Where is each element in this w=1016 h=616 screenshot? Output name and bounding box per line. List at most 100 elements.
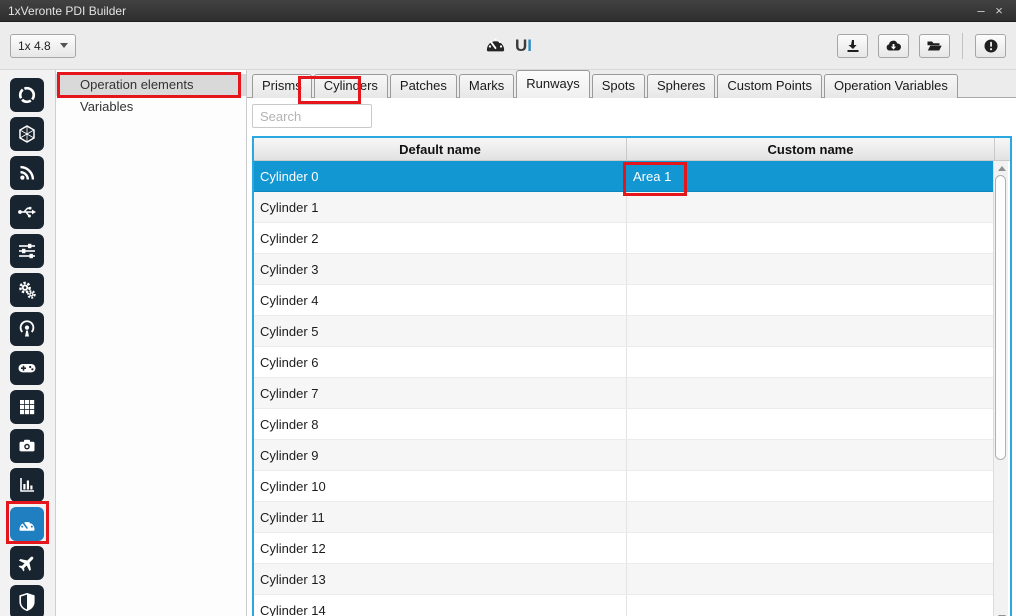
content-area: Prisms Cylinders Patches Marks Runways S… xyxy=(247,70,1016,616)
table-header: Default name Custom name xyxy=(254,138,1010,161)
tab-runways[interactable]: Runways xyxy=(516,70,589,98)
menu-item-variables[interactable]: Variables xyxy=(56,96,246,118)
sidebar-item-hexagon-mesh[interactable] xyxy=(10,117,44,151)
cell-custom-name xyxy=(627,254,995,284)
table-row[interactable]: Cylinder 5 xyxy=(254,316,995,347)
cell-default-name: Cylinder 12 xyxy=(254,533,627,563)
sidebar-item-antenna[interactable] xyxy=(10,312,44,346)
table-row[interactable]: Cylinder 13 xyxy=(254,564,995,595)
cell-custom-name xyxy=(627,533,995,563)
table-row[interactable]: Cylinder 0 Area 1 xyxy=(254,161,995,192)
cell-custom-name xyxy=(627,285,995,315)
sidebar-icon-rail xyxy=(0,70,56,616)
bar-chart-icon xyxy=(17,475,37,495)
tab-cylinders[interactable]: Cylinders xyxy=(314,74,388,98)
sidebar-item-sliders[interactable] xyxy=(10,234,44,268)
shield-icon xyxy=(17,592,37,612)
grid-icon xyxy=(17,397,37,417)
open-folder-icon xyxy=(926,38,943,54)
download-button[interactable] xyxy=(837,34,868,58)
table-row[interactable]: Cylinder 11 xyxy=(254,502,995,533)
cell-custom-name xyxy=(627,409,995,439)
tab-custom-points[interactable]: Custom Points xyxy=(717,74,822,98)
table-row[interactable]: Cylinder 8 xyxy=(254,409,995,440)
table-row[interactable]: Cylinder 10 xyxy=(254,471,995,502)
table-row[interactable]: Cylinder 1 xyxy=(254,192,995,223)
scrollbar-thumb[interactable] xyxy=(995,175,1006,460)
sidebar-item-gears[interactable] xyxy=(10,273,44,307)
table-row[interactable]: Cylinder 2 xyxy=(254,223,995,254)
info-button[interactable] xyxy=(975,34,1006,58)
tab-content: Default name Custom name Cylinder 0 Area… xyxy=(247,98,1016,616)
toolbar-actions xyxy=(837,33,1006,59)
sidebar-item-plane[interactable] xyxy=(10,546,44,580)
tab-spheres[interactable]: Spheres xyxy=(647,74,715,98)
table-row[interactable]: Cylinder 7 xyxy=(254,378,995,409)
device-selector-value: 1x 4.8 xyxy=(18,39,51,53)
gauge-icon xyxy=(484,32,507,60)
menu-panel: Operation elements Variables xyxy=(56,70,247,616)
tab-marks[interactable]: Marks xyxy=(459,74,514,98)
table-rows: Cylinder 0 Area 1 Cylinder 1 Cylinder 2 xyxy=(254,161,1010,616)
table-row[interactable]: Cylinder 14 xyxy=(254,595,995,616)
cell-custom-name xyxy=(627,378,995,408)
sidebar-item-stick[interactable] xyxy=(10,351,44,385)
cell-default-name: Cylinder 13 xyxy=(254,564,627,594)
cell-default-name: Cylinder 5 xyxy=(254,316,627,346)
cloud-upload-button[interactable] xyxy=(878,34,909,58)
cell-custom-name xyxy=(627,316,995,346)
tab-patches[interactable]: Patches xyxy=(390,74,457,98)
sidebar-item-blocks[interactable] xyxy=(10,390,44,424)
toolbar: 1x 4.8 UI xyxy=(0,22,1016,70)
table-row[interactable]: Cylinder 3 xyxy=(254,254,995,285)
cell-default-name: Cylinder 4 xyxy=(254,285,627,315)
tab-prisms[interactable]: Prisms xyxy=(252,74,312,98)
chevron-down-icon xyxy=(60,43,68,48)
search-input[interactable] xyxy=(252,104,372,128)
gauge-icon xyxy=(17,514,37,534)
cell-custom-name xyxy=(627,564,995,594)
cell-custom-name xyxy=(627,595,995,616)
cell-default-name: Cylinder 2 xyxy=(254,223,627,253)
close-button[interactable]: × xyxy=(990,2,1008,20)
cell-default-name: Cylinder 14 xyxy=(254,595,627,616)
cell-custom-name: Area 1 xyxy=(627,161,995,191)
minimize-button[interactable]: – xyxy=(972,2,990,20)
device-selector-dropdown[interactable]: 1x 4.8 xyxy=(10,34,76,58)
tab-bar: Prisms Cylinders Patches Marks Runways S… xyxy=(247,70,1016,98)
hexagon-mesh-icon xyxy=(17,124,37,144)
sidebar-item-camera[interactable] xyxy=(10,429,44,463)
tab-operation-variables[interactable]: Operation Variables xyxy=(824,74,958,98)
sliders-icon xyxy=(17,241,37,261)
table-row[interactable]: Cylinder 6 xyxy=(254,347,995,378)
ring-icon xyxy=(17,85,37,105)
open-file-button[interactable] xyxy=(919,34,950,58)
camera-icon xyxy=(17,436,37,456)
tab-spots[interactable]: Spots xyxy=(592,74,645,98)
table-row[interactable]: Cylinder 9 xyxy=(254,440,995,471)
sidebar-item-ring[interactable] xyxy=(10,78,44,112)
scroll-down-icon[interactable] xyxy=(994,610,1009,616)
menu-item-operation-elements[interactable]: Operation elements xyxy=(56,74,246,96)
column-header-custom-name[interactable]: Custom name xyxy=(627,138,995,160)
scroll-up-icon[interactable] xyxy=(994,161,1009,175)
plane-icon xyxy=(17,553,37,573)
sidebar-item-hil[interactable] xyxy=(10,468,44,502)
toolbar-separator xyxy=(962,33,963,59)
cell-custom-name xyxy=(627,471,995,501)
cell-custom-name xyxy=(627,347,995,377)
cell-custom-name xyxy=(627,502,995,532)
sidebar-item-connections[interactable] xyxy=(10,195,44,229)
cell-default-name: Cylinder 8 xyxy=(254,409,627,439)
sidebar-item-telemetry[interactable] xyxy=(10,156,44,190)
table-row[interactable]: Cylinder 4 xyxy=(254,285,995,316)
sidebar-item-ui-gauge[interactable] xyxy=(10,507,44,541)
column-header-default-name[interactable]: Default name xyxy=(254,138,627,160)
podcast-antenna-icon xyxy=(17,319,37,339)
page-title: UI xyxy=(515,36,532,56)
sidebar-item-safety[interactable] xyxy=(10,585,44,616)
table-row[interactable]: Cylinder 12 xyxy=(254,533,995,564)
cell-custom-name xyxy=(627,192,995,222)
table-scrollbar[interactable] xyxy=(993,161,1008,616)
elements-table: Default name Custom name Cylinder 0 Area… xyxy=(252,136,1012,616)
